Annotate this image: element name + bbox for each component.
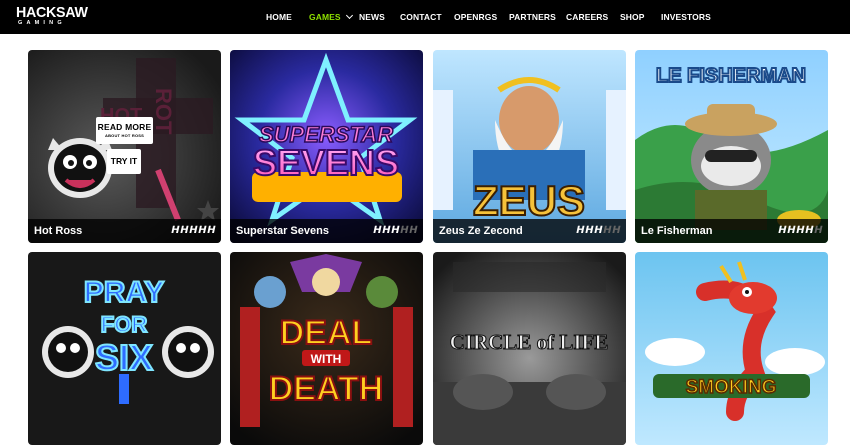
le-fisherman-artwork: LE FISHERMAN [635, 50, 828, 243]
svg-text:LE FISHERMAN: LE FISHERMAN [656, 65, 806, 87]
game-title: Le Fisherman [641, 225, 713, 237]
game-tile-circle-of-life[interactable]: CIRCLE of LIFE [433, 252, 626, 445]
read-more-label: READ MORE [97, 122, 152, 132]
game-tile-pray-for-six[interactable]: PRAY FOR SIX [28, 252, 221, 445]
nav-item-news[interactable]: NEWS [359, 12, 385, 22]
nav-item-games[interactable]: GAMES [309, 11, 353, 22]
smoking-dragon-artwork: SMOKING [635, 252, 828, 445]
svg-text:DEATH: DEATH [269, 370, 384, 408]
logo-wordmark: HACKSAW [16, 4, 88, 21]
deal-with-death-artwork: DEAL WITH DEATH [230, 252, 423, 445]
volatility-icon: H [205, 225, 217, 236]
nav-item-contact[interactable]: CONTACT [400, 12, 442, 22]
game-caption: Hot Ross HHHHH [28, 219, 221, 243]
game-title: Zeus Ze Zecond [439, 225, 523, 237]
game-tile-smoking-dragon[interactable]: SMOKING [635, 252, 828, 445]
svg-text:DEAL: DEAL [280, 314, 373, 352]
nav-item-partners[interactable]: PARTNERS [509, 12, 556, 22]
read-more-button[interactable]: READ MORE ABOUT HOT ROSS [96, 117, 153, 144]
svg-text:SIX: SIX [95, 337, 153, 378]
hot-ross-artwork: ROT HOT [28, 50, 221, 243]
volatility-icon: H [407, 225, 419, 236]
volatility-rating: HHHHH [575, 225, 622, 236]
game-tile-hot-ross[interactable]: ROT HOT READ MORE ABOUT HOT ROSS TRY IT … [28, 50, 221, 243]
try-it-button[interactable]: TRY IT [107, 149, 141, 174]
game-tile-deal-with-death[interactable]: DEAL WITH DEATH [230, 252, 423, 445]
svg-text:CIRCLE of LIFE: CIRCLE of LIFE [450, 330, 609, 354]
nav-item-shop[interactable]: SHOP [620, 12, 645, 22]
game-title: Superstar Sevens [236, 225, 329, 237]
svg-text:ROT: ROT [151, 88, 176, 135]
svg-text:WITH: WITH [311, 352, 342, 366]
volatility-icon: H [812, 225, 824, 236]
game-tile-zeus-ze-zecond[interactable]: ZEUS Zeus Ze Zecond HHHHH [433, 50, 626, 243]
logo-subtitle: GAMING [18, 20, 66, 26]
pray-for-six-artwork: PRAY FOR SIX [28, 252, 221, 445]
volatility-rating: HHHHH [777, 225, 824, 236]
svg-text:ZEUS: ZEUS [473, 177, 585, 224]
game-title: Hot Ross [34, 225, 83, 237]
game-caption: Le Fisherman HHHHH [635, 219, 828, 243]
volatility-rating: HHHHH [170, 225, 217, 236]
chevron-down-icon [345, 11, 353, 20]
nav-item-openrgs[interactable]: OPENRGS [454, 12, 497, 22]
nav-item-games-label: GAMES [309, 12, 341, 22]
zeus-ze-zecond-artwork: ZEUS [433, 50, 626, 243]
game-caption: Superstar Sevens HHHHH [230, 219, 423, 243]
volatility-rating: HHHHH [372, 225, 419, 236]
svg-text:SMOKING: SMOKING [686, 377, 777, 398]
top-navigation-bar: HACKSAW GAMING HOME GAMES NEWS CONTACT O… [0, 0, 850, 34]
read-more-sublabel: ABOUT HOT ROSS [104, 133, 145, 138]
game-tile-superstar-sevens[interactable]: SUPERSTAR SEVENS Superstar Sevens HHHHH [230, 50, 423, 243]
game-tile-le-fisherman[interactable]: LE FISHERMAN Le Fisherman HHHHH [635, 50, 828, 243]
svg-text:SEVENS: SEVENS [253, 142, 399, 183]
nav-item-home[interactable]: HOME [266, 12, 292, 22]
circle-of-life-artwork: CIRCLE of LIFE [433, 252, 626, 445]
hacksaw-logo[interactable]: HACKSAW GAMING [16, 5, 91, 27]
nav-item-investors[interactable]: INVESTORS [661, 12, 711, 22]
svg-text:FOR: FOR [101, 312, 148, 337]
nav-item-careers[interactable]: CAREERS [566, 12, 608, 22]
superstar-sevens-artwork: SUPERSTAR SEVENS [230, 50, 423, 243]
volatility-icon: H [610, 225, 622, 236]
game-caption: Zeus Ze Zecond HHHHH [433, 219, 626, 243]
svg-text:PRAY: PRAY [84, 276, 165, 309]
